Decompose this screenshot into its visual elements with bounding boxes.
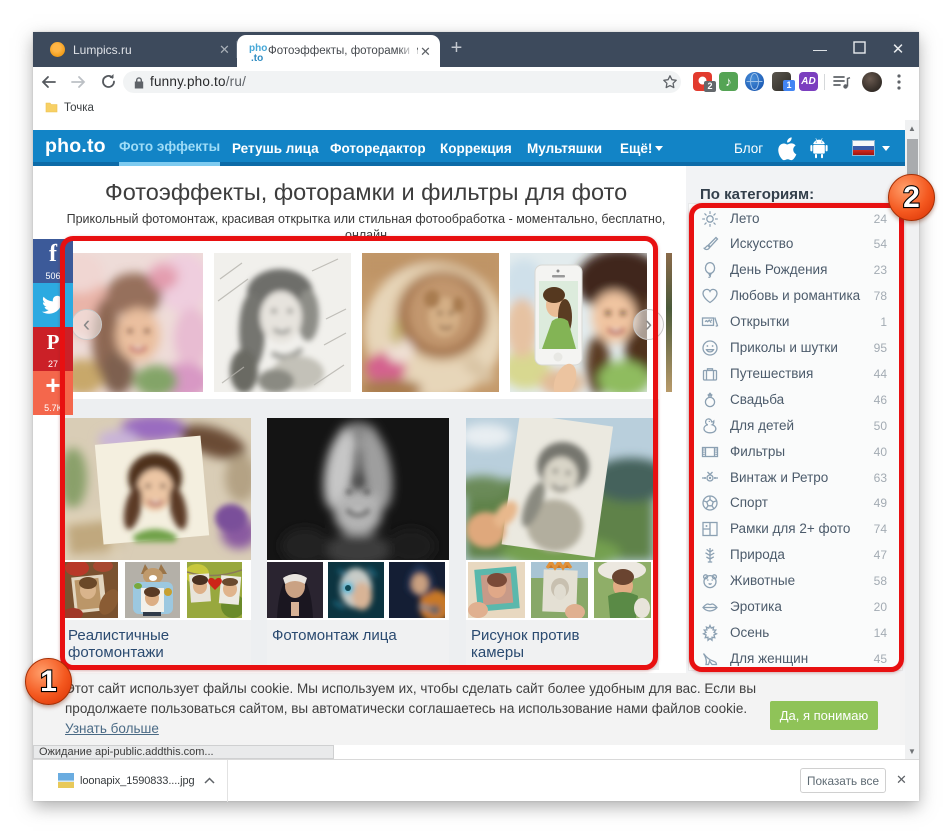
svg-text:.to: .to: [251, 53, 263, 63]
